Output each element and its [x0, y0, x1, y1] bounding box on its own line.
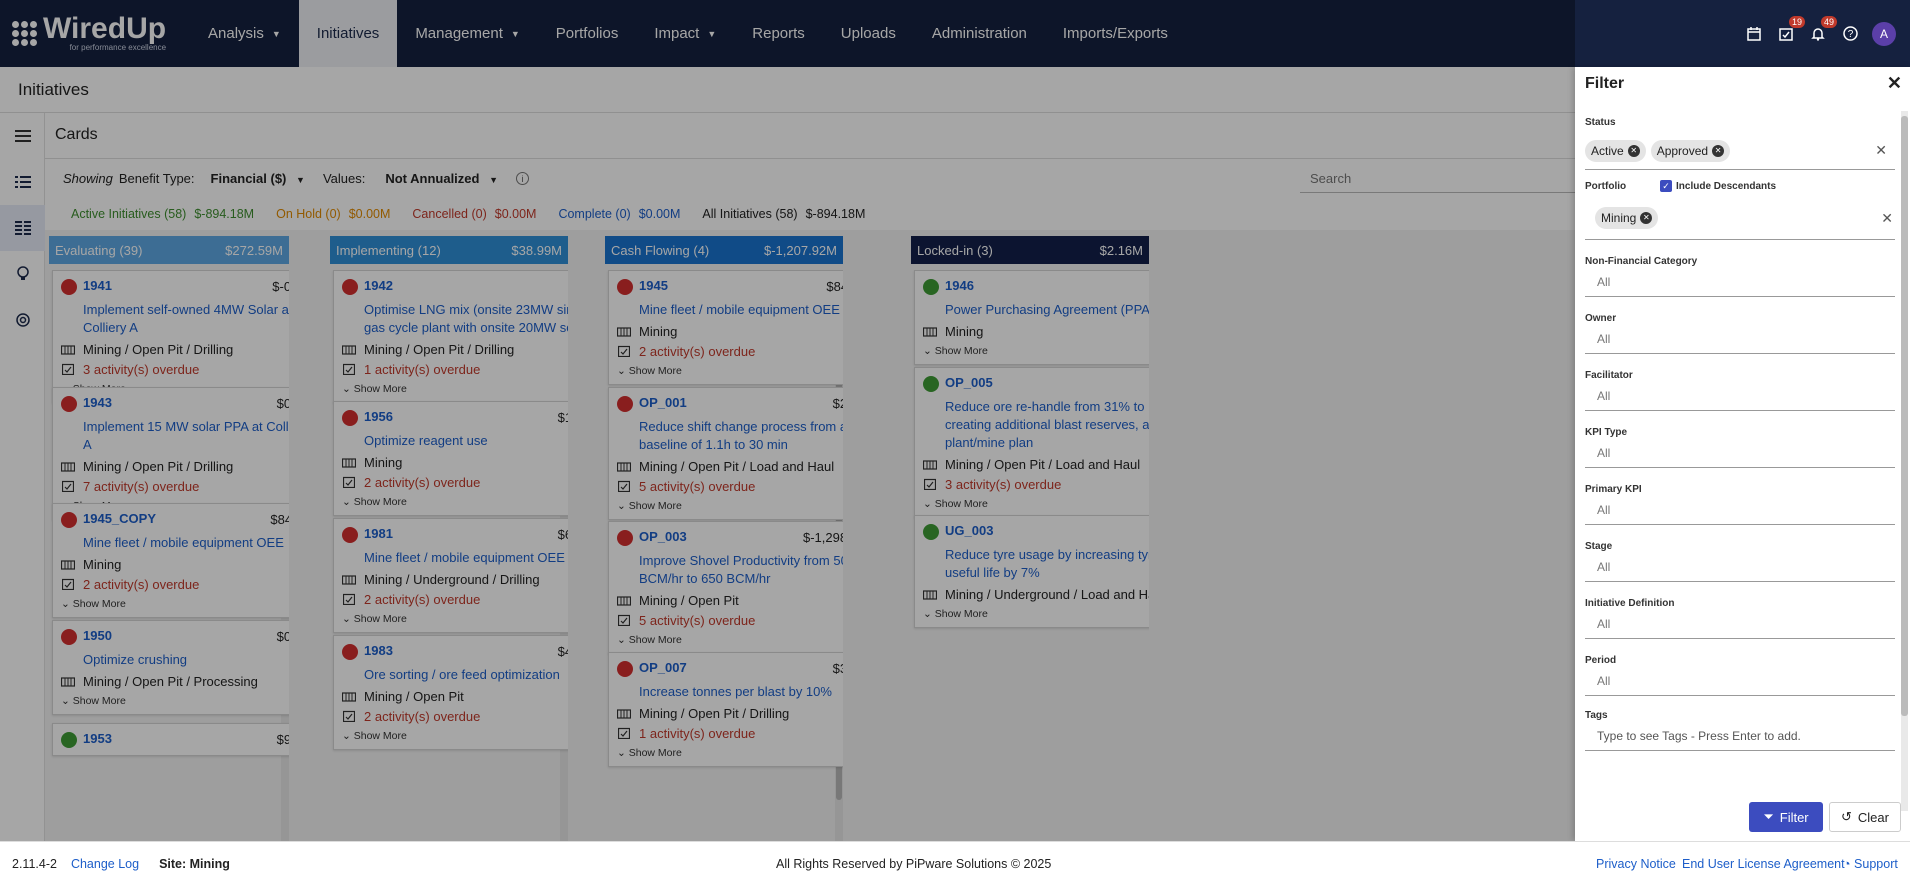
svg-text:?: ?: [1847, 29, 1853, 40]
period-label: Period: [1585, 655, 1617, 666]
clear-button[interactable]: ↺ Clear: [1829, 802, 1901, 832]
facilitator-label: Facilitator: [1585, 370, 1633, 381]
kpi-type-select[interactable]: All: [1585, 438, 1895, 468]
initiative-definition-label: Initiative Definition: [1585, 598, 1675, 609]
remove-chip-icon[interactable]: ✕: [1627, 144, 1640, 157]
filter-icon: ⏷: [1763, 809, 1774, 824]
support-icon: ◔: [1843, 856, 1851, 871]
copyright: All Rights Reserved by PiPware Solutions…: [776, 856, 1052, 871]
user-avatar[interactable]: A: [1872, 21, 1896, 46]
remove-chip-icon[interactable]: ✕: [1640, 211, 1653, 224]
site-label: Site: Mining: [159, 856, 230, 871]
help-icon[interactable]: ?: [1840, 24, 1860, 44]
primary-kpi-select[interactable]: All: [1585, 495, 1895, 525]
owner-select[interactable]: All: [1585, 324, 1895, 354]
tasks-icon[interactable]: 19: [1776, 15, 1805, 44]
stage-select[interactable]: All: [1585, 552, 1895, 582]
portfolio-chip: Mining ✕: [1595, 206, 1659, 229]
close-icon[interactable]: ✕: [1887, 73, 1902, 94]
support-link[interactable]: ◔ Support: [1843, 857, 1898, 871]
owner-label: Owner: [1585, 313, 1617, 324]
calendar-icon[interactable]: [1744, 24, 1764, 44]
kpi-type-label: KPI Type: [1585, 427, 1628, 438]
non-financial-category-label: Non-Financial Category: [1585, 256, 1698, 267]
eula-link[interactable]: End User License Agreement: [1682, 857, 1845, 871]
initiative-definition-select[interactable]: All: [1585, 609, 1895, 639]
notifications-badge: 49: [1820, 15, 1837, 28]
tags-input[interactable]: Type to see Tags - Press Enter to add.: [1585, 721, 1895, 751]
primary-kpi-label: Primary KPI: [1585, 484, 1642, 495]
footer: 2.11.4-2 Change Log Site: Mining All Rig…: [0, 841, 1910, 885]
filter-panel: Filter ✕ Status Active ✕ Approved ✕ ✕ Portfo…: [1575, 67, 1910, 841]
panel-title: Filter: [1585, 75, 1625, 92]
clear-portfolio-icon[interactable]: ✕: [1881, 210, 1893, 227]
portfolio-select[interactable]: Mining ✕ ✕: [1585, 196, 1895, 240]
changelog-link[interactable]: Change Log: [71, 857, 139, 871]
status-select[interactable]: Active ✕ Approved ✕ ✕: [1585, 132, 1895, 170]
undo-icon: ↺: [1841, 809, 1852, 824]
period-select[interactable]: All: [1585, 666, 1895, 696]
tasks-badge: 19: [1788, 15, 1805, 28]
remove-chip-icon[interactable]: ✕: [1712, 144, 1725, 157]
modal-overlay[interactable]: [0, 0, 1575, 841]
panel-scrollbar[interactable]: [1901, 111, 1908, 811]
version: 2.11.4-2: [12, 856, 57, 871]
status-chip: Active ✕: [1585, 139, 1646, 162]
non-financial-category-select[interactable]: All: [1585, 267, 1895, 297]
bell-icon[interactable]: 49: [1808, 15, 1837, 44]
status-chip: Approved ✕: [1650, 139, 1731, 162]
clear-status-icon[interactable]: ✕: [1875, 142, 1887, 159]
include-descendants-label: Include Descendants: [1676, 180, 1777, 192]
tags-label: Tags: [1585, 710, 1608, 721]
include-descendants-checkbox[interactable]: ✓: [1660, 180, 1672, 192]
status-label: Status: [1585, 117, 1616, 128]
facilitator-select[interactable]: All: [1585, 381, 1895, 411]
privacy-link[interactable]: Privacy Notice: [1596, 857, 1676, 871]
stage-label: Stage: [1585, 541, 1613, 552]
filter-button[interactable]: ⏷ Filter: [1749, 802, 1823, 832]
portfolio-label: Portfolio: [1585, 180, 1627, 192]
